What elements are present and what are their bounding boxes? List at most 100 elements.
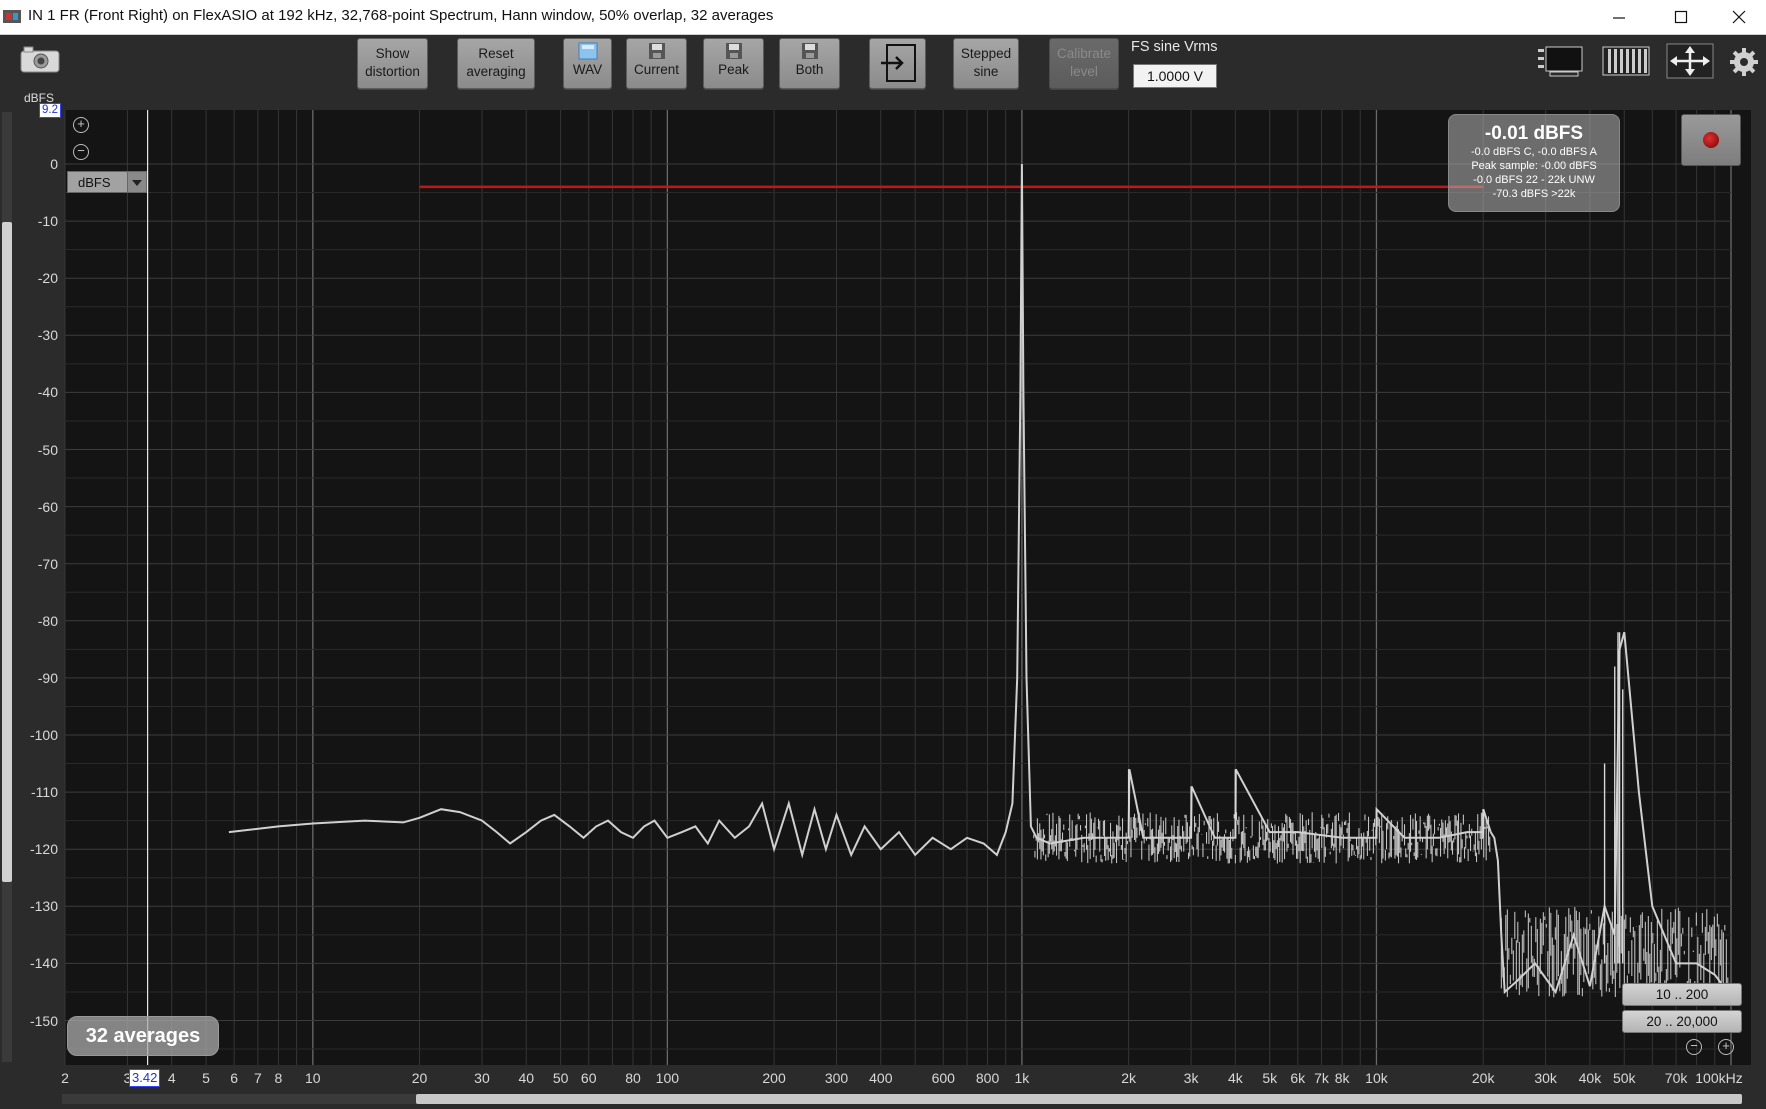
zoom-out-icon[interactable]: − <box>73 144 89 160</box>
camera-icon[interactable] <box>20 45 60 73</box>
range-20-20000-button[interactable]: 20 .. 20,000 <box>1622 1010 1742 1033</box>
averages-badge: 32 averages <box>67 1016 219 1056</box>
readout-line: -70.3 dBFS >22k <box>1492 188 1576 200</box>
y-tick-label: -70 <box>37 555 58 572</box>
x-tick-label: 6 <box>230 1070 239 1086</box>
readout-line: -0.0 dBFS 22 - 22k UNW <box>1473 174 1595 186</box>
x-tick-label: 40k <box>1578 1070 1602 1086</box>
save-wav-button[interactable]: WAV <box>563 38 612 89</box>
x-tick-label: 7 <box>253 1070 262 1086</box>
x-tick-label: 3k <box>1183 1070 1199 1086</box>
chevron-down-icon <box>127 172 146 192</box>
y-tick-label: -110 <box>31 784 58 801</box>
x-tick-label: 30 <box>474 1070 490 1086</box>
x-tick-label: 8k <box>1334 1070 1350 1086</box>
x-tick-label: 200 <box>762 1070 786 1086</box>
minimize-icon <box>1613 17 1625 19</box>
y-tick-label: 0 <box>50 156 58 172</box>
x-tick-label: 2 <box>61 1070 69 1086</box>
x-tick-label: 5k <box>1262 1070 1278 1086</box>
y-tick-label: -140 <box>29 955 58 972</box>
x-tick-label: 5 <box>202 1070 210 1086</box>
x-tick-label: 80 <box>625 1070 641 1086</box>
zoom-in-icon[interactable]: + <box>73 117 89 133</box>
x-tick-label: 20 <box>411 1070 428 1086</box>
import-icon <box>880 44 916 82</box>
level-readout: -0.01 dBFS -0.0 dBFS C, -0.0 dBFS A Peak… <box>1448 114 1620 212</box>
close-button[interactable] <box>1710 0 1766 34</box>
readout-line: -0.0 dBFS C, -0.0 dBFS A <box>1471 146 1597 158</box>
y-tick-label: -60 <box>37 498 58 515</box>
save-both-button[interactable]: Both <box>779 38 840 89</box>
save-current-button[interactable]: Current <box>626 38 687 89</box>
x-zoom-out-icon[interactable]: − <box>1686 1039 1702 1055</box>
y-cursor-value[interactable]: 9.2 <box>39 103 61 118</box>
horizontal-scrollbar[interactable] <box>62 1094 1742 1104</box>
x-tick-label: 1k <box>1014 1070 1030 1086</box>
y-tick-label: -150 <box>29 1012 58 1029</box>
x-tick-label: 10 <box>305 1070 321 1086</box>
y-tick-label: -100 <box>29 727 58 743</box>
expand-icon[interactable] <box>1666 43 1714 79</box>
app-icon <box>3 10 21 23</box>
x-tick-label: 30k <box>1534 1070 1557 1086</box>
reset-averaging-button[interactable]: Reset averaging <box>457 38 535 89</box>
close-icon <box>1732 10 1746 24</box>
readout-main: -0.01 dBFS <box>1484 123 1584 144</box>
panel-layout-icon[interactable] <box>1538 45 1586 77</box>
y-tick-label: -90 <box>37 669 58 686</box>
y-tick-label: -50 <box>37 441 58 458</box>
x-tick-label: 60 <box>580 1070 597 1086</box>
save-icon <box>801 43 818 59</box>
x-tick-label: 4k <box>1227 1070 1243 1086</box>
x-tick-label: 70k <box>1664 1070 1688 1086</box>
window-title: IN 1 FR (Front Right) on FlexASIO at 192… <box>28 7 774 24</box>
save-icon <box>648 43 665 59</box>
minimize-button[interactable] <box>1590 0 1648 34</box>
y-tick-label: -40 <box>37 384 58 401</box>
save-peak-button[interactable]: Peak <box>703 38 764 89</box>
y-tick-label: -120 <box>29 841 58 858</box>
y-tick-label: -80 <box>37 612 58 629</box>
fs-sine-label: FS sine Vrms <box>1131 39 1218 55</box>
title-bar: IN 1 FR (Front Right) on FlexASIO at 192… <box>0 0 1766 35</box>
fs-sine-input[interactable]: 1.0000 V <box>1133 64 1217 88</box>
wav-file-icon <box>578 42 597 60</box>
y-tick-label: -30 <box>37 327 58 344</box>
x-tick-label: 20k <box>1471 1070 1495 1086</box>
range-10-200-button[interactable]: 10 .. 200 <box>1622 983 1742 1006</box>
x-zoom-reset-icon[interactable]: + <box>1718 1039 1734 1055</box>
gear-icon[interactable] <box>1729 47 1759 77</box>
maximize-button[interactable] <box>1652 0 1710 34</box>
x-tick-label: 300 <box>824 1070 849 1086</box>
show-distortion-button[interactable]: Show distortion <box>357 38 428 89</box>
calibrate-level-button[interactable]: Calibrate level <box>1049 38 1119 89</box>
horizontal-scroll-thumb[interactable] <box>416 1094 1742 1104</box>
save-icon <box>725 43 742 59</box>
record-button[interactable] <box>1681 114 1741 166</box>
unit-select[interactable]: dBFS <box>67 171 147 193</box>
stepped-sine-button[interactable]: Stepped sine <box>953 38 1019 89</box>
import-button[interactable] <box>869 38 926 89</box>
x-tick-label: 100 <box>655 1070 680 1086</box>
readout-line: Peak sample: -0.00 dBFS <box>1471 160 1597 172</box>
record-icon <box>1703 132 1719 148</box>
x-tick-label: 100kHz <box>1695 1070 1743 1086</box>
maximize-icon <box>1674 10 1688 24</box>
y-tick-label: -130 <box>29 898 58 915</box>
plot-background <box>65 110 1751 1065</box>
x-tick-label: 6k <box>1290 1070 1306 1086</box>
y-tick-label: -10 <box>37 213 58 230</box>
bar-layout-icon[interactable] <box>1602 45 1650 77</box>
x-tick-label: 2k <box>1121 1070 1137 1086</box>
x-tick-label: 400 <box>869 1070 893 1086</box>
x-tick-label: 600 <box>931 1070 955 1086</box>
x-cursor-value[interactable]: 3.42 <box>129 1069 161 1087</box>
x-tick-label: 800 <box>975 1070 1000 1086</box>
x-tick-label: 50k <box>1612 1070 1636 1086</box>
x-tick-label: 8 <box>274 1070 283 1086</box>
x-tick-label: 7k <box>1314 1070 1329 1086</box>
x-tick-label: 10k <box>1365 1070 1388 1086</box>
y-tick-label: -20 <box>37 270 58 287</box>
spectrum-plot[interactable] <box>0 110 1766 1065</box>
